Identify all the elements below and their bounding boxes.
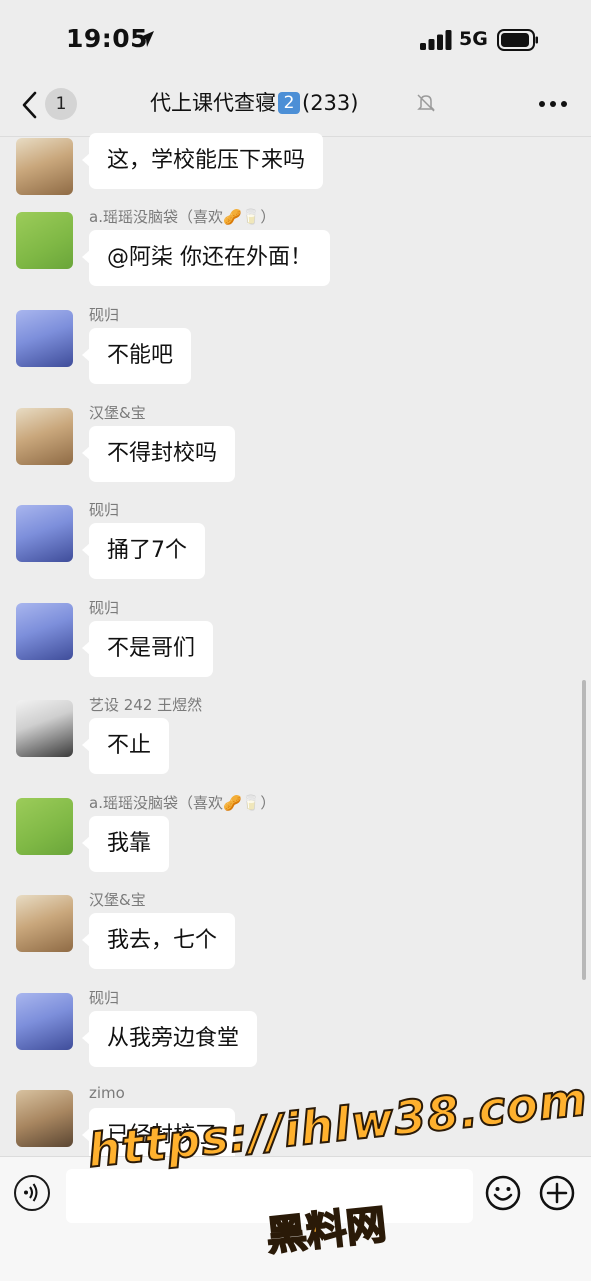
status-bar: 19:05 5G bbox=[0, 0, 591, 80]
voice-icon[interactable] bbox=[14, 1175, 50, 1211]
avatar[interactable] bbox=[16, 603, 73, 660]
sender-name: 砚归 bbox=[89, 989, 120, 1007]
sender-name: 汉堡&宝 bbox=[89, 404, 146, 422]
chat-title: 代上课代查寝 2 (233) bbox=[150, 87, 450, 117]
avatar[interactable] bbox=[16, 138, 73, 195]
avatar[interactable] bbox=[16, 212, 73, 269]
sender-name: zimo bbox=[89, 1084, 125, 1102]
watermark-url: https://ihlw38.com bbox=[84, 1071, 591, 1179]
scrollbar[interactable] bbox=[582, 680, 586, 980]
sender-name: a.瑶瑶没脑袋（喜欢🥜🥛） bbox=[89, 794, 276, 812]
network-label: 5G bbox=[459, 28, 488, 50]
sender-name: 砚归 bbox=[89, 306, 120, 324]
more-dots-icon[interactable] bbox=[538, 100, 568, 108]
bell-muted-icon bbox=[417, 94, 435, 112]
message-bubble[interactable]: @阿柒 你还在外面！ bbox=[82, 230, 330, 286]
location-arrow-icon bbox=[138, 31, 154, 47]
watermark: https://ihlw38.com 黑料网 bbox=[84, 1071, 591, 1268]
avatar[interactable] bbox=[16, 408, 73, 465]
member-count: (233) bbox=[302, 91, 359, 115]
message-bubble[interactable]: 这，学校能压下来吗 bbox=[81, 133, 324, 189]
title-number-badge: 2 bbox=[278, 92, 300, 114]
sender-name: 砚归 bbox=[89, 501, 120, 519]
message-bubble[interactable]: 不是哥们 bbox=[81, 621, 214, 677]
message-bubble[interactable]: 我去，七个 bbox=[81, 913, 236, 969]
sender-name: 汉堡&宝 bbox=[89, 891, 146, 909]
message-bubble[interactable]: 捅了7个 bbox=[82, 523, 205, 579]
avatar[interactable] bbox=[16, 895, 73, 952]
avatar[interactable] bbox=[16, 310, 73, 367]
message-bubble[interactable]: 从我旁边食堂 bbox=[81, 1011, 258, 1067]
message-bubble[interactable]: 不止 bbox=[81, 718, 170, 774]
avatar[interactable] bbox=[16, 505, 73, 562]
sender-name: 艺设 242 王煜然 bbox=[89, 696, 203, 714]
avatar[interactable] bbox=[16, 798, 73, 855]
message-bubble[interactable]: 我靠 bbox=[81, 816, 170, 872]
battery-icon bbox=[497, 29, 538, 51]
chevron-left-icon[interactable] bbox=[20, 90, 40, 120]
message-bubble[interactable]: 不得封校吗 bbox=[81, 426, 236, 482]
message-bubble[interactable]: 不能吧 bbox=[81, 328, 192, 384]
chat-header: 1 代上课代查寝 2 (233) bbox=[0, 80, 591, 137]
watermark-site-name: 黑料网 bbox=[263, 1201, 389, 1261]
sender-name: 砚归 bbox=[89, 599, 120, 617]
avatar[interactable] bbox=[16, 1090, 73, 1147]
signal-bars-icon bbox=[420, 30, 452, 50]
unread-count-badge[interactable]: 1 bbox=[45, 88, 77, 120]
sender-name: a.瑶瑶没脑袋（喜欢🥜🥛） bbox=[89, 208, 276, 226]
avatar[interactable] bbox=[16, 700, 73, 757]
avatar[interactable] bbox=[16, 993, 73, 1050]
chat-title-name: 代上课代查寝 bbox=[150, 91, 276, 115]
